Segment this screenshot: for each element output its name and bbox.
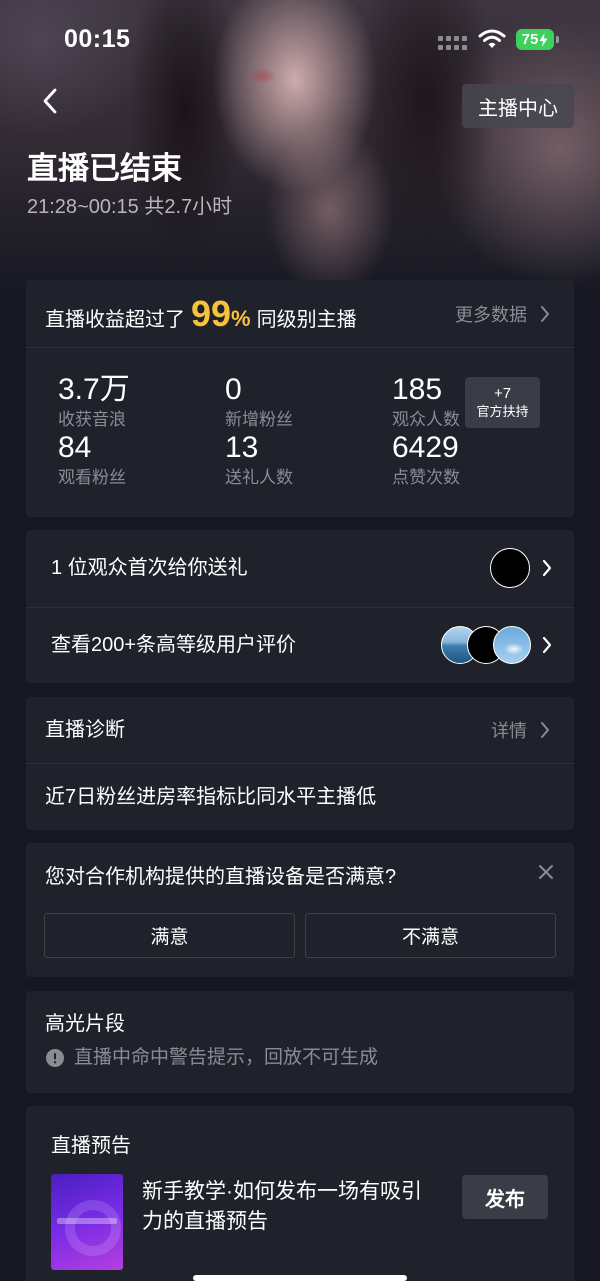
diagnosis-message: 近7日粉丝进房率指标比同水平主播低: [45, 785, 377, 808]
highlights-title: 高光片段: [45, 1013, 125, 1035]
highlights-card: 高光片段 直播中命中警告提示，回放不可生成: [26, 991, 574, 1093]
stat-label: 观看粉丝: [58, 468, 126, 487]
battery-nub: [556, 36, 559, 43]
headline-suffix: 同级别主播: [256, 308, 357, 331]
chevron-right-icon: [542, 559, 552, 577]
diagnosis-details-link[interactable]: 详情: [491, 697, 550, 763]
reviews-text: 查看200+条高等级用户评价: [51, 634, 297, 656]
unsatisfied-button[interactable]: 不满意: [305, 913, 556, 958]
more-data-link[interactable]: 更多数据: [455, 280, 550, 347]
battery-charging-icon: 75: [516, 29, 554, 50]
reviews-row[interactable]: 查看200+条高等级用户评价: [26, 607, 574, 683]
stat-label: 点赞次数: [392, 468, 460, 487]
home-indicator[interactable]: [193, 1275, 407, 1281]
diagnosis-card: 直播诊断 详情 近7日粉丝进房率指标比同水平主播低: [26, 697, 574, 830]
stat-value: 3.7: [58, 373, 100, 406]
chevron-right-icon: [541, 305, 549, 322]
info-icon: [46, 1049, 64, 1067]
first-gift-row[interactable]: 1 位观众首次给你送礼: [26, 530, 574, 606]
stat-value: 84: [58, 431, 92, 464]
details-label: 详情: [491, 721, 527, 741]
more-data-label: 更多数据: [455, 304, 527, 325]
stat-sound-waves: 3.7万 收获音浪: [58, 373, 208, 430]
survey-card: 您对合作机构提供的直播设备是否满意? 满意 不满意: [26, 843, 574, 977]
stat-new-fans: 0 新增粉丝: [225, 373, 375, 430]
live-preview-card: 直播预告 新手教学·如何发布一场有吸引力的直播预告 发布: [26, 1106, 574, 1281]
thumbnail-caption-strip: [57, 1218, 117, 1224]
diagnosis-title: 直播诊断: [45, 719, 125, 741]
lightning-icon: [539, 32, 548, 47]
battery-level: 75: [521, 31, 539, 48]
first-gift-text: 1 位观众首次给你送礼: [51, 557, 248, 579]
stat-value: 13: [225, 431, 259, 464]
stat-value: 0: [225, 373, 242, 406]
stat-likes: 6429 点赞次数: [392, 431, 542, 488]
stat-fan-viewers: 84 观看粉丝: [58, 431, 208, 488]
status-time: 00:15: [64, 25, 131, 53]
chevron-left-icon: [43, 88, 57, 114]
divider: [26, 347, 574, 348]
headline-percent: 99: [191, 292, 232, 334]
stat-label: 收获音浪: [58, 410, 126, 429]
chevron-right-icon: [541, 722, 549, 738]
survey-question: 您对合作机构提供的直播设备是否满意?: [45, 866, 397, 888]
tutorial-thumbnail[interactable]: [51, 1174, 123, 1270]
back-button[interactable]: [36, 86, 64, 116]
live-duration: 21:28~00:15 共2.7小时: [27, 196, 233, 218]
tutorial-title[interactable]: 新手教学·如何发布一场有吸引力的直播预告: [142, 1177, 426, 1237]
stat-unit: 万: [99, 373, 130, 406]
diagnosis-message-row: 近7日粉丝进房率指标比同水平主播低: [26, 763, 574, 830]
wifi-icon: [478, 29, 506, 48]
stat-label: 新增粉丝: [225, 410, 293, 429]
page-title: 直播已结束: [27, 151, 182, 186]
support-badge-value: +7: [493, 385, 512, 402]
summary-card: 直播收益超过了 99 % 同级别主播 更多数据 3.7万 收获音浪 0 新增粉丝…: [26, 280, 574, 517]
stat-label: 送礼人数: [225, 468, 293, 487]
support-badge-label: 官方扶持: [476, 404, 529, 419]
audience-card: 1 位观众首次给你送礼 查看200+条高等级用户评价: [26, 530, 574, 683]
stat-gift-givers: 13 送礼人数: [225, 431, 375, 488]
signal-dots-icon: [438, 36, 470, 50]
publish-button[interactable]: 发布: [462, 1175, 548, 1219]
headline-percent-sign: %: [231, 305, 251, 331]
avatar: [493, 626, 531, 664]
preview-title: 直播预告: [51, 1135, 131, 1157]
avatar: [490, 548, 530, 588]
close-icon[interactable]: [537, 863, 555, 881]
official-support-badge: +7 官方扶持: [465, 377, 540, 428]
chevron-right-icon: [542, 636, 552, 654]
thumbnail-graphic: [65, 1200, 121, 1256]
anchor-center-button[interactable]: 主播中心: [462, 84, 574, 128]
stat-value: 6429: [392, 431, 459, 464]
highlights-notice-text: 直播中命中警告提示，回放不可生成: [74, 1047, 379, 1068]
highlights-notice: 直播中命中警告提示，回放不可生成: [46, 1046, 378, 1070]
headline-prefix: 直播收益超过了: [45, 308, 185, 331]
satisfied-button[interactable]: 满意: [44, 913, 295, 958]
